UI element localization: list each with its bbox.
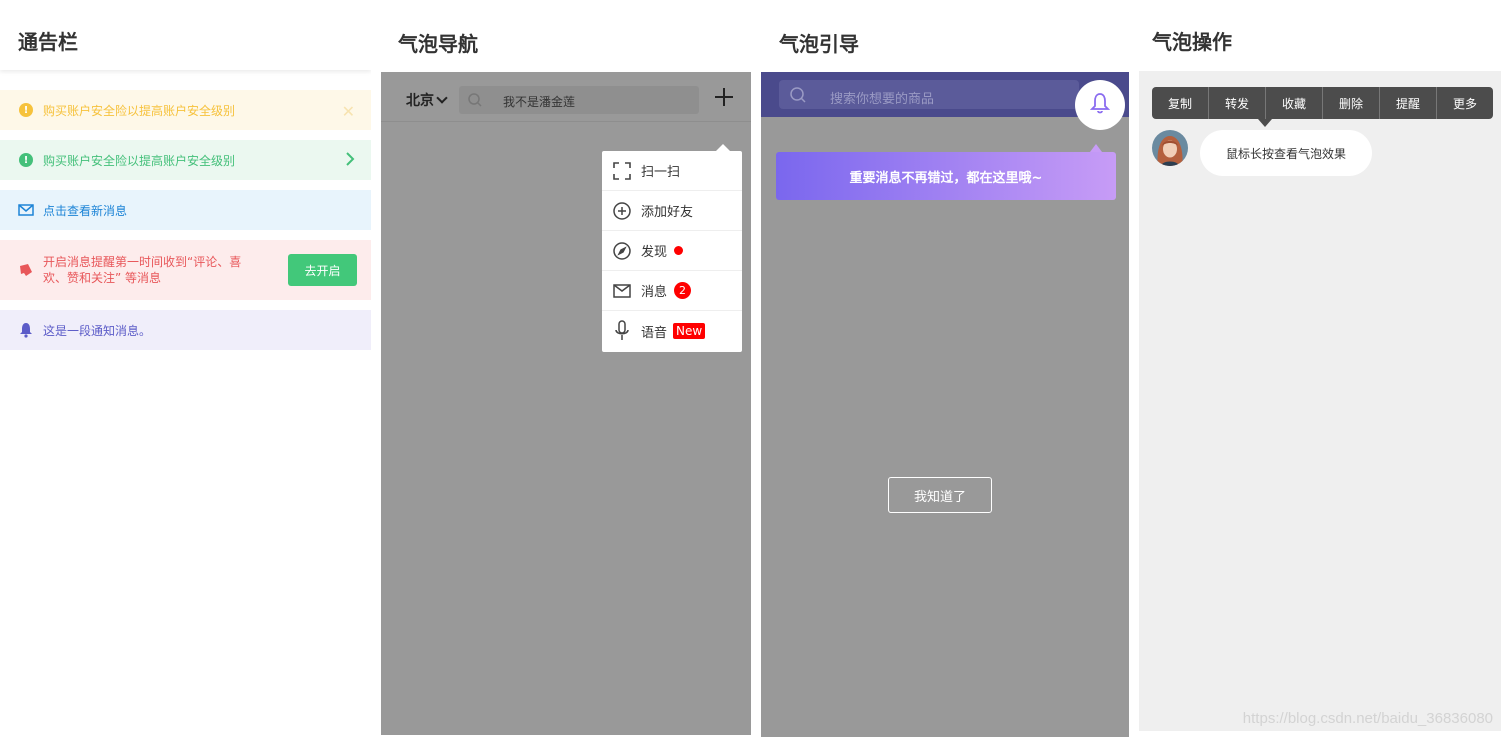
overlay-mask[interactable]: 北京 我不是潘金莲 扫一扫 添加好友 发现 消息 2 语音 New: [381, 72, 751, 735]
menu-item-voice[interactable]: 语音 New: [602, 311, 742, 351]
menu-item-label: 添加好友: [641, 205, 694, 220]
menu-item-discover[interactable]: 发现: [602, 231, 742, 271]
notice-text: 购买账户安全险以提高账户安全级别: [43, 103, 236, 118]
notice-text: 购买账户安全险以提高账户安全级别: [43, 153, 236, 168]
close-icon[interactable]: ✕: [342, 102, 355, 121]
copy-button[interactable]: 复制: [1152, 87, 1209, 119]
mail-icon: [612, 281, 632, 301]
menu-item-scan[interactable]: 扫一扫: [602, 151, 742, 191]
header-bar: 搜索你想要的商品: [761, 72, 1129, 117]
notice-text: 点击查看新消息: [43, 203, 128, 218]
bubble-action-panel: 气泡操作 复制 转发 收藏 删除 提醒 更多 鼠标长按查看气泡效果 https:…: [1139, 0, 1501, 737]
panel-title: 气泡引导: [779, 32, 859, 56]
compass-icon: [612, 241, 632, 261]
add-friend-icon: [612, 201, 632, 221]
notice-warning[interactable]: ! 购买账户安全险以提高账户安全级别 ✕: [0, 90, 371, 130]
red-dot-indicator: [674, 246, 684, 255]
more-button[interactable]: 更多: [1437, 87, 1493, 119]
bell-icon: [1089, 92, 1111, 118]
avatar[interactable]: [1152, 130, 1188, 166]
panel-title: 气泡操作: [1152, 30, 1232, 54]
notice-text: 开启消息提醒第一时间收到“评论、喜欢、赞和关注” 等消息: [43, 255, 242, 285]
search-input[interactable]: 搜索你想要的商品: [779, 80, 1079, 109]
watermark: https://blog.csdn.net/baidu_36836080: [1242, 710, 1493, 727]
notice-text: 这是一段通知消息。: [43, 323, 152, 338]
search-icon: [467, 92, 483, 112]
message-bubble[interactable]: 鼠标长按查看气泡效果: [1200, 130, 1372, 176]
nav-bar: 北京 我不是潘金莲: [381, 72, 751, 122]
notice-info[interactable]: 这是一段通知消息。: [0, 310, 371, 350]
bell-icon: [18, 322, 34, 338]
favorite-button[interactable]: 收藏: [1266, 87, 1323, 119]
remind-button[interactable]: 提醒: [1380, 87, 1437, 119]
chat-area: 复制 转发 收藏 删除 提醒 更多 鼠标长按查看气泡效果: [1139, 71, 1501, 731]
menu-item-messages[interactable]: 消息 2: [602, 271, 742, 311]
notification-icon: [18, 262, 34, 278]
chevron-down-icon: [436, 92, 448, 104]
mail-icon: [18, 202, 34, 218]
guide-bubble: 重要消息不再错过，都在这里哦~: [776, 144, 1116, 200]
panel-title: 通告栏: [18, 30, 78, 54]
delete-button[interactable]: 删除: [1323, 87, 1380, 119]
forward-button[interactable]: 转发: [1209, 87, 1266, 119]
search-placeholder: 搜索你想要的商品: [830, 92, 935, 107]
menu-item-label: 语音: [641, 325, 668, 341]
menu-item-label: 扫一扫: [641, 165, 681, 180]
enable-button[interactable]: 去开启: [288, 254, 357, 286]
got-it-button[interactable]: 我知道了: [888, 477, 992, 513]
plus-icon[interactable]: [715, 88, 733, 106]
bubble-guide-panel: 气泡引导 搜索你想要的商品 重要消息不再错过，都在这里哦~ 我知道了: [761, 0, 1129, 737]
city-label: 北京: [406, 93, 434, 109]
bubble-nav-panel: 气泡导航 北京 我不是潘金莲 扫一扫 添加好友 发现 消息 2 语音 New: [381, 0, 751, 737]
warning-icon: !: [18, 152, 34, 168]
count-badge: 2: [674, 282, 692, 299]
warning-icon: !: [18, 102, 34, 118]
action-toolbar: 复制 转发 收藏 删除 提醒 更多: [1152, 87, 1493, 127]
microphone-icon: [612, 320, 632, 341]
scan-icon: [612, 161, 632, 181]
menu-item-label: 消息: [641, 285, 668, 300]
search-input[interactable]: 我不是潘金莲: [459, 86, 699, 114]
panel-title: 气泡导航: [398, 32, 478, 56]
menu-item-label: 发现: [641, 245, 668, 260]
overlay-mask[interactable]: 搜索你想要的商品 重要消息不再错过，都在这里哦~ 我知道了: [761, 72, 1129, 737]
notice-success[interactable]: ! 购买账户安全险以提高账户安全级别: [0, 140, 371, 180]
notice-new-message[interactable]: 点击查看新消息: [0, 190, 371, 230]
notice-enable-reminder: 开启消息提醒第一时间收到“评论、喜欢、赞和关注” 等消息 去开启: [0, 240, 371, 300]
search-text: 我不是潘金莲: [503, 95, 576, 109]
menu-item-add-friend[interactable]: 添加好友: [602, 191, 742, 231]
city-selector[interactable]: 北京: [406, 90, 448, 110]
notice-bar-panel: 通告栏 ! 购买账户安全险以提高账户安全级别 ✕ ! 购买账户安全险以提高账户安…: [0, 0, 371, 737]
new-tag: New: [673, 323, 706, 339]
popover-menu: 扫一扫 添加好友 发现 消息 2 语音 New: [602, 144, 742, 352]
notification-button[interactable]: [1075, 80, 1125, 130]
chevron-right-icon[interactable]: [343, 149, 357, 172]
search-icon: [789, 86, 807, 108]
